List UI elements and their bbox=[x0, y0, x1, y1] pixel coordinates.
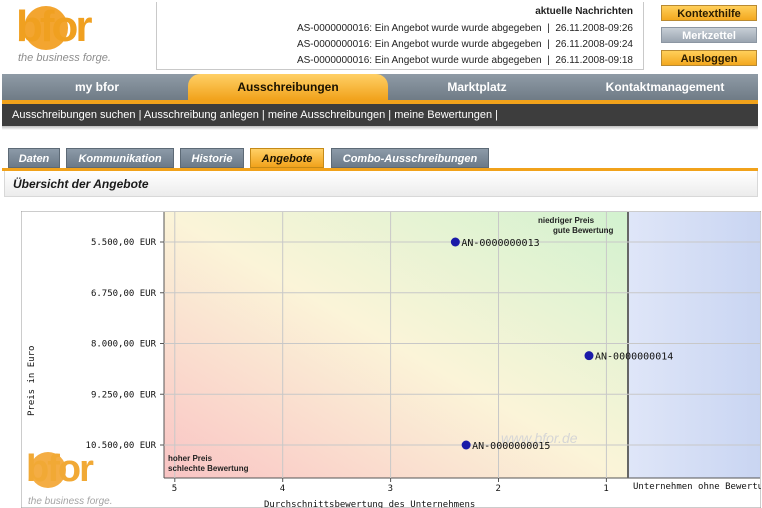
news-item-date: 26.11.2008-09:24 bbox=[555, 39, 633, 50]
logo-tagline: the business forge. bbox=[28, 496, 113, 507]
news-item-date: 26.11.2008-09:26 bbox=[555, 23, 633, 34]
x-tick-label: 5 bbox=[172, 484, 177, 494]
x-tick-label: 4 bbox=[280, 484, 285, 494]
logo-tagline: the business forge. bbox=[18, 52, 111, 64]
x-tick-label: 3 bbox=[388, 484, 393, 494]
nav-tab-my-bfor[interactable]: my bfor bbox=[2, 74, 192, 100]
tab-kommunikation[interactable]: Kommunikation bbox=[66, 148, 174, 168]
news-title: aktuelle Nachrichten bbox=[535, 6, 633, 17]
nav-tab-ausschreibungen[interactable]: Ausschreibungen bbox=[188, 74, 388, 100]
nav-tab-marktplatz[interactable]: Marktplatz bbox=[382, 74, 572, 100]
tab-combo-ausschreibungen[interactable]: Combo-Ausschreibungen bbox=[331, 148, 489, 168]
notepad-button[interactable]: Merkzettel bbox=[661, 27, 757, 43]
tab-angebote[interactable]: Angebote bbox=[250, 148, 324, 168]
unrated-label: Unternehmen ohne Bewertung bbox=[633, 482, 761, 492]
sub-nav-links[interactable]: Ausschreibungen suchen | Ausschreibung a… bbox=[12, 109, 498, 121]
section-title: Übersicht der Angebote bbox=[13, 177, 149, 191]
logout-button[interactable]: Ausloggen bbox=[661, 50, 757, 66]
data-point-label: AN-0000000013 bbox=[461, 238, 539, 249]
x-tick-label: 2 bbox=[496, 484, 501, 494]
corner-label-bottom-left: hoher Preis bbox=[168, 454, 213, 463]
news-item[interactable]: AS-0000000016: Ein Angebot wurde wurde a… bbox=[297, 55, 633, 66]
news-item[interactable]: AS-0000000016: Ein Angebot wurde wurde a… bbox=[297, 23, 633, 34]
y-axis-title: Preis in Euro bbox=[27, 346, 37, 416]
corner-label-top-right: gute Bewertung bbox=[553, 226, 614, 235]
corner-label-top-right: niedriger Preis bbox=[538, 216, 595, 225]
news-item[interactable]: AS-0000000016: Ein Angebot wurde wurde a… bbox=[297, 39, 633, 50]
page: bfor the business forge. aktuelle Nachri… bbox=[0, 0, 762, 508]
bfor-logo[interactable]: bfor the business forge. bbox=[14, 2, 144, 70]
section-header: Übersicht der Angebote bbox=[4, 171, 758, 197]
nav-tab-kontaktmanagement[interactable]: Kontaktmanagement bbox=[572, 74, 758, 100]
tab-daten[interactable]: Daten bbox=[8, 148, 60, 168]
logo-text: bfor bbox=[16, 2, 93, 51]
data-point-label: AN-0000000015 bbox=[472, 441, 550, 452]
sub-nav-shadow bbox=[2, 126, 758, 130]
y-tick-label: 8.000,00 EUR bbox=[91, 340, 157, 350]
news-item-text: AS-0000000016: Ein Angebot wurde wurde a… bbox=[296, 39, 542, 50]
news-item-text: AS-0000000016: Ein Angebot wurde wurde a… bbox=[296, 55, 542, 66]
data-point-label: AN-0000000014 bbox=[595, 352, 673, 363]
logo-text: bfor bbox=[26, 448, 94, 490]
y-tick-label: 6.750,00 EUR bbox=[91, 289, 157, 299]
main-nav: my bfor Ausschreibungen Marktplatz Konta… bbox=[2, 74, 758, 100]
news-item-date: 26.11.2008-09:18 bbox=[555, 55, 633, 66]
tab-historie[interactable]: Historie bbox=[180, 148, 244, 168]
data-point bbox=[450, 237, 460, 247]
news-box: aktuelle Nachrichten AS-0000000016: Ein … bbox=[156, 2, 644, 70]
unrated-region bbox=[628, 212, 760, 478]
data-point bbox=[584, 351, 594, 361]
y-tick-label: 5.500,00 EUR bbox=[91, 238, 157, 248]
corner-label-bottom-left: schlechte Bewertung bbox=[168, 464, 249, 473]
x-tick-label: 1 bbox=[603, 484, 608, 494]
x-axis-title: Durchschnittsbewertung des Unternehmens bbox=[264, 500, 475, 508]
sub-nav: Ausschreibungen suchen | Ausschreibung a… bbox=[2, 104, 758, 126]
bfor-watermark-logo: bfor the business forge. bbox=[26, 448, 136, 508]
data-point bbox=[461, 440, 471, 450]
news-item-text: AS-0000000016: Ein Angebot wurde wurde a… bbox=[296, 23, 542, 34]
context-help-button[interactable]: Kontexthilfe bbox=[661, 5, 757, 21]
y-tick-label: 9.250,00 EUR bbox=[91, 390, 157, 400]
